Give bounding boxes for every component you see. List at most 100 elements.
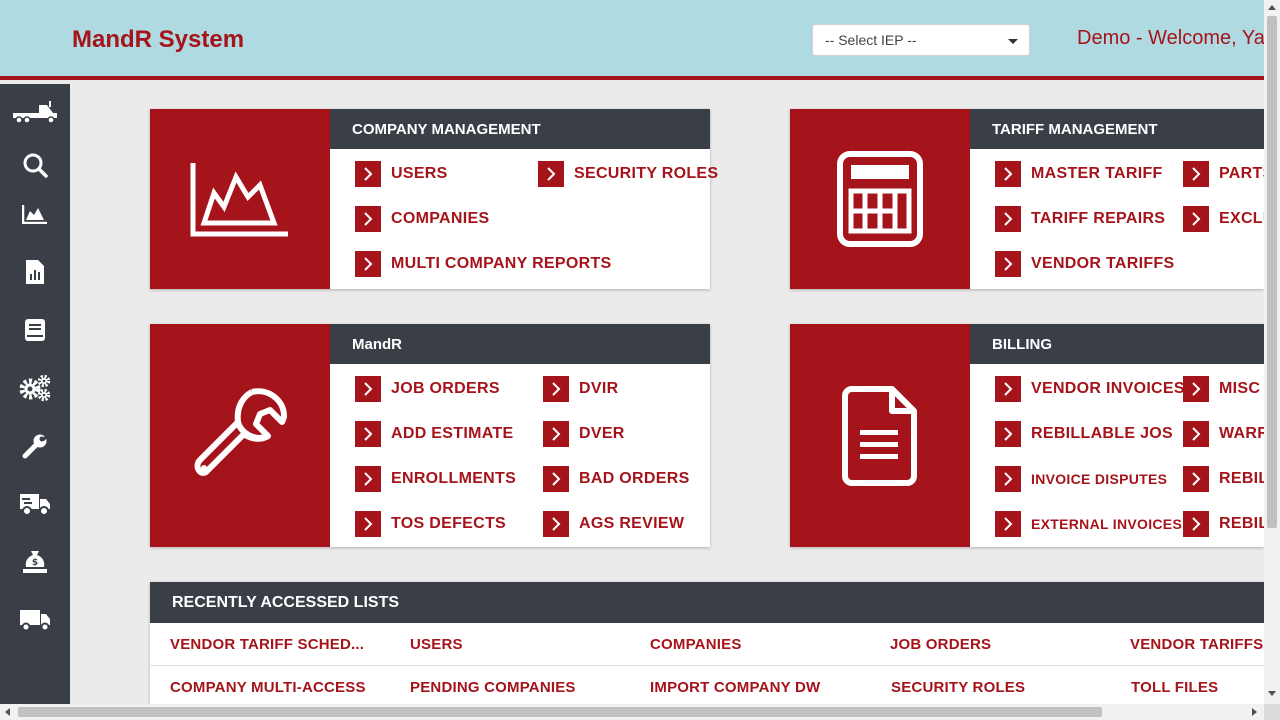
chevron-right-icon [355,466,381,492]
link-bad-orders[interactable]: BAD ORDERS [543,466,690,492]
chevron-right-icon [543,421,569,447]
sidebar-item-billing[interactable]: $ [0,538,70,586]
recent-link[interactable]: VENDOR TARIFFS [1130,636,1263,653]
link-security-roles[interactable]: SECURITY ROLES [538,161,718,187]
welcome-area[interactable]: Demo - Welcome, Ya [1077,20,1264,60]
horizontal-scrollbar[interactable] [0,704,1264,720]
link-label: INVOICE DISPUTES [1031,471,1168,487]
recent-lists-panel: RECENTLY ACCESSED LISTS VENDOR TARIFF SC… [150,582,1264,704]
vertical-scrollbar[interactable] [1264,0,1280,704]
link-tos-defects[interactable]: TOS DEFECTS [355,511,506,537]
card-icon-panel [150,109,330,289]
recent-link[interactable]: VENDOR TARIFF SCHED... [170,636,364,653]
link-enrollments[interactable]: ENROLLMENTS [355,466,516,492]
link-users[interactable]: USERS [355,161,448,187]
link-label: AGS REVIEW [579,515,685,532]
chevron-right-icon [1183,161,1209,187]
chevron-right-icon [543,466,569,492]
dashboard-content: COMPANY MANAGEMENT USERS SECURITY ROLES … [70,84,1264,704]
app-title[interactable]: MandR System [72,26,244,54]
recent-link[interactable]: COMPANY MULTI-ACCESS [170,679,366,696]
chevron-right-icon [355,161,381,187]
scrollbar-corner [1264,704,1280,720]
vertical-scroll-thumb[interactable] [1267,16,1277,528]
chevron-right-icon [995,421,1021,447]
recent-link[interactable]: TOLL FILES [1131,679,1218,696]
card-icon-panel [790,324,970,547]
scroll-left-icon[interactable] [5,708,10,716]
recent-link[interactable]: IMPORT COMPANY DW [650,679,820,696]
chevron-right-icon [538,161,564,187]
chevron-right-icon [355,376,381,402]
link-multi-company-reports[interactable]: MULTI COMPANY REPORTS [355,251,612,277]
link-rebill-1[interactable]: REBIL [1183,466,1264,492]
sidebar-item-analytics[interactable] [0,190,70,238]
link-label: SECURITY ROLES [574,165,719,182]
link-warranty[interactable]: WARR [1183,421,1264,447]
scroll-up-icon[interactable] [1268,5,1276,10]
link-dver[interactable]: DVER [543,421,625,447]
link-tariff-repairs[interactable]: TARIFF REPAIRS [995,206,1165,232]
link-dvir[interactable]: DVIR [543,376,618,402]
recent-link[interactable]: PENDING COMPANIES [410,679,576,696]
wrench-icon [22,433,48,459]
table-row: VENDOR TARIFF SCHED... USERS COMPANIES J… [150,623,1264,666]
sidebar: $ [0,84,70,704]
link-label: BAD ORDERS [579,470,690,487]
sidebar-item-manuals[interactable] [0,306,70,354]
link-companies[interactable]: COMPANIES [355,206,489,232]
link-label: ADD ESTIMATE [391,425,514,442]
sidebar-item-fleet[interactable] [0,596,70,644]
link-rebill-2[interactable]: REBIL [1183,511,1264,537]
link-label: COMPANIES [391,210,490,227]
sidebar-item-settings[interactable] [0,364,70,412]
link-label: TOS DEFECTS [391,515,507,532]
chevron-down-icon [1008,39,1018,44]
link-label: MASTER TARIFF [1031,165,1163,182]
card-title: MandR [330,324,710,364]
recent-link[interactable]: SECURITY ROLES [891,679,1025,696]
scroll-down-icon[interactable] [1268,691,1276,696]
chevron-right-icon [995,206,1021,232]
gears-icon [19,374,51,402]
link-exclusions[interactable]: EXCLU [1183,206,1264,232]
chevron-right-icon [995,376,1021,402]
iep-select[interactable]: -- Select IEP -- [812,24,1030,56]
link-label: TARIFF REPAIRS [1031,210,1166,227]
recent-link[interactable]: COMPANIES [650,636,742,653]
link-rebillable-jos[interactable]: REBILLABLE JOS [995,421,1173,447]
link-parts[interactable]: PARTS [1183,161,1264,187]
link-label: EXCLU [1219,210,1264,227]
card-title: COMPANY MANAGEMENT [330,109,710,149]
calculator-icon [837,151,923,247]
recent-link[interactable]: USERS [410,636,463,653]
document-icon [842,385,917,486]
chevron-right-icon [355,206,381,232]
sidebar-item-repairs[interactable] [0,422,70,470]
link-label: WARR [1219,425,1264,442]
iep-select-value: -- Select IEP -- [825,32,917,48]
scroll-right-icon[interactable] [1252,708,1257,716]
link-label: DVER [579,425,625,442]
link-add-estimate[interactable]: ADD ESTIMATE [355,421,513,447]
chevron-right-icon [1183,466,1209,492]
sidebar-item-reports[interactable] [0,248,70,296]
sidebar-item-search[interactable] [0,141,70,189]
link-external-invoices[interactable]: EXTERNAL INVOICES [995,511,1182,537]
recent-link[interactable]: JOB ORDERS [890,636,991,653]
horizontal-scroll-thumb[interactable] [18,707,1102,717]
link-job-orders[interactable]: JOB ORDERS [355,376,500,402]
area-chart-icon [190,163,288,237]
link-vendor-tariffs[interactable]: VENDOR TARIFFS [995,251,1174,277]
sidebar-item-delivery[interactable] [0,480,70,528]
link-label: MISC I [1219,380,1264,397]
chevron-right-icon [995,251,1021,277]
link-label: VENDOR INVOICES [1031,380,1185,397]
chevron-right-icon [995,466,1021,492]
link-misc-invoices[interactable]: MISC I [1183,376,1264,402]
link-master-tariff[interactable]: MASTER TARIFF [995,161,1163,187]
sidebar-item-trucking[interactable] [0,88,70,136]
link-ags-review[interactable]: AGS REVIEW [543,511,684,537]
link-invoice-disputes[interactable]: INVOICE DISPUTES [995,466,1167,492]
link-vendor-invoices[interactable]: VENDOR INVOICES [995,376,1185,402]
